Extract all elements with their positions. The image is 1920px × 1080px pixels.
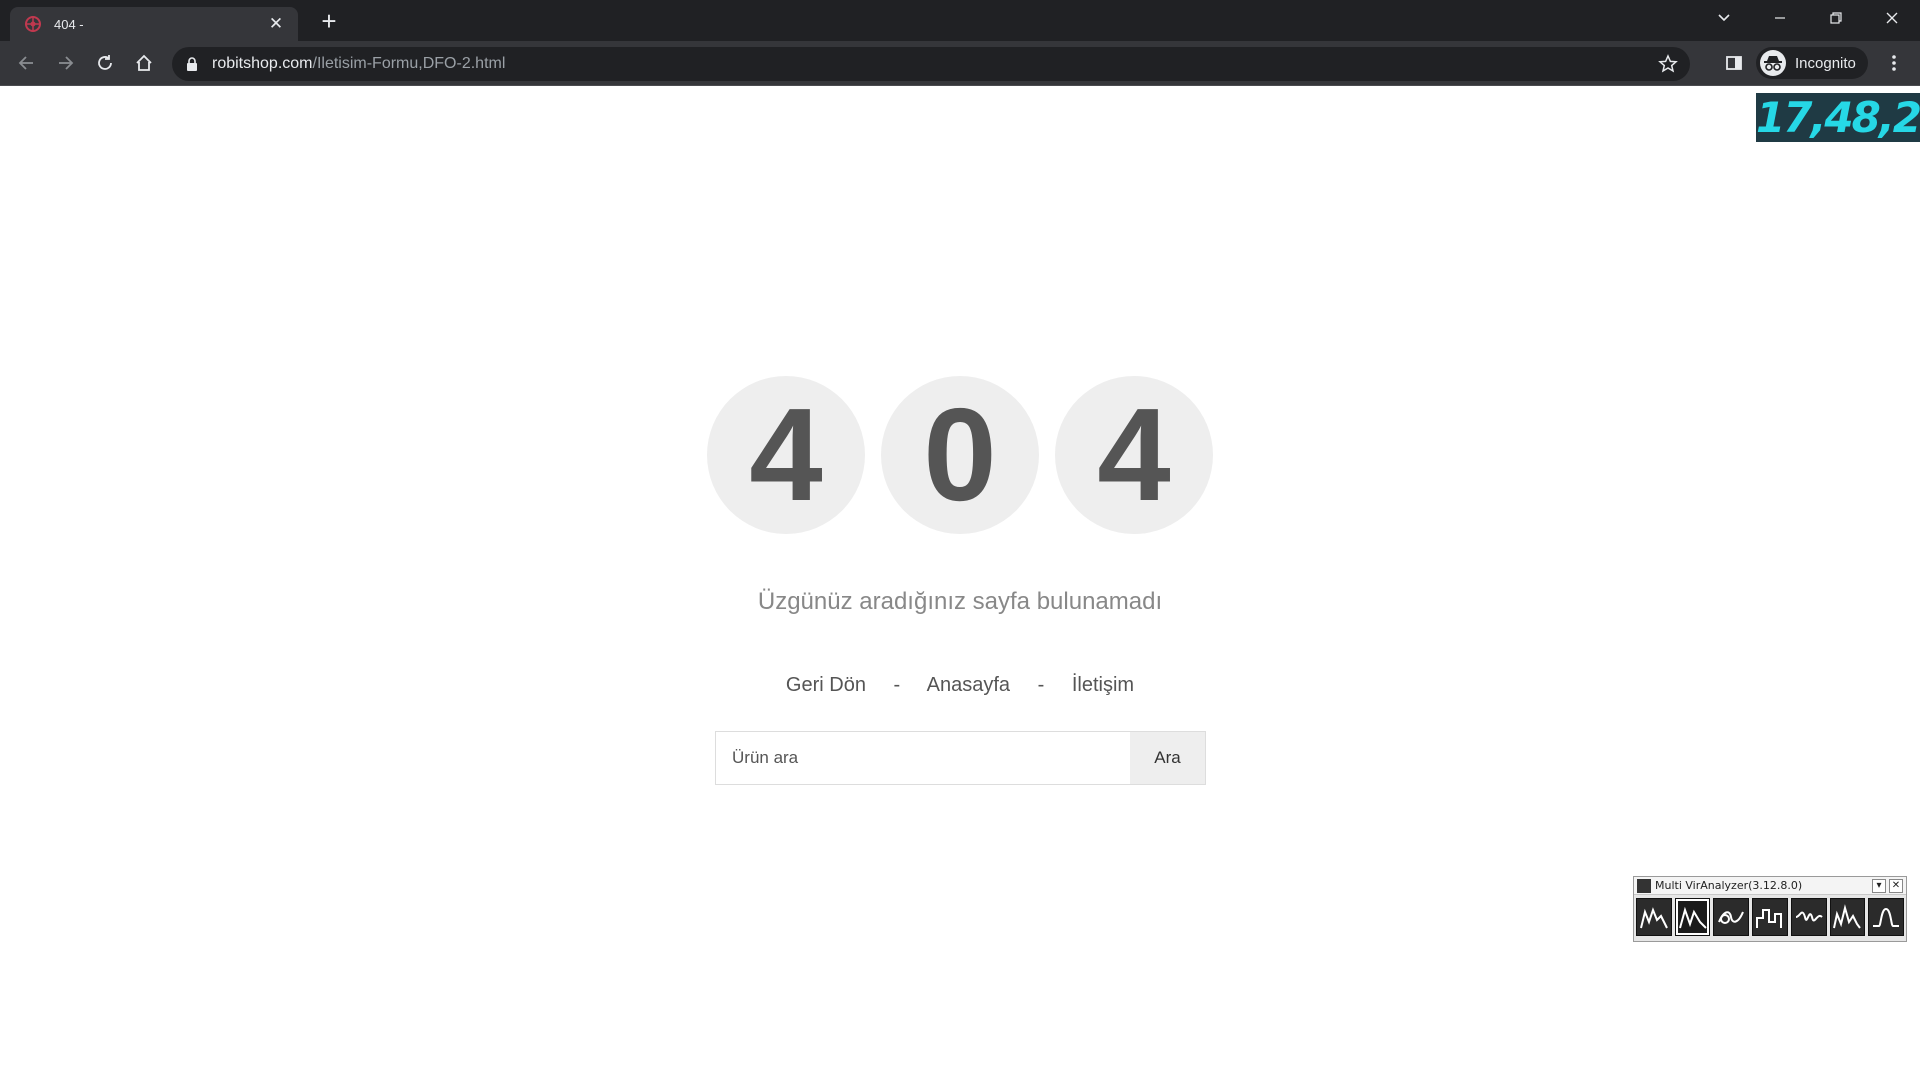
bookmark-star-icon[interactable] bbox=[1658, 54, 1678, 74]
restore-button[interactable] bbox=[1808, 0, 1864, 36]
search-button[interactable]: Ara bbox=[1130, 732, 1205, 784]
home-button[interactable] bbox=[130, 49, 158, 77]
lock-icon[interactable] bbox=[186, 56, 200, 72]
side-panel-icon bbox=[1726, 56, 1742, 70]
side-panel-button[interactable] bbox=[1720, 49, 1748, 77]
lissajous-icon[interactable] bbox=[1713, 898, 1750, 936]
browser-tab[interactable]: 404 - ✕ bbox=[10, 7, 298, 41]
analyzer-widget: Multi VirAnalyzer(3.12.8.0) ▾ ✕ bbox=[1633, 876, 1907, 942]
tab-title: 404 - bbox=[54, 16, 84, 32]
spectrum-s-icon[interactable] bbox=[1636, 898, 1672, 936]
browser-tab-bar: 404 - ✕ + bbox=[0, 0, 1920, 41]
spectrum-2-icon[interactable] bbox=[1674, 898, 1711, 936]
minimize-icon bbox=[1775, 17, 1785, 19]
incognito-profile-button[interactable]: Incognito bbox=[1756, 47, 1868, 79]
not-found-message: Üzgünüz aradığınız sayfa bulunamadı bbox=[757, 588, 1163, 615]
close-window-button[interactable] bbox=[1864, 0, 1920, 36]
home-icon bbox=[136, 54, 152, 71]
product-search-form: Ara bbox=[715, 731, 1206, 785]
site-favicon-icon bbox=[25, 16, 41, 32]
back-button[interactable] bbox=[12, 49, 40, 77]
browser-toolbar: robitshop.com/Iletisim-Formu,DFO-2.html … bbox=[0, 41, 1920, 86]
restore-icon bbox=[1830, 12, 1842, 24]
spectrum-icon[interactable] bbox=[1829, 898, 1866, 936]
reload-icon bbox=[98, 55, 112, 70]
home-link[interactable]: Anasayfa bbox=[927, 674, 1010, 696]
waveform-icon[interactable] bbox=[1790, 898, 1827, 936]
browser-menu-button[interactable] bbox=[1880, 49, 1908, 77]
more-vertical-icon bbox=[1892, 55, 1896, 71]
error-digit: 4 bbox=[707, 376, 865, 534]
error-digit: 0 bbox=[881, 376, 1039, 534]
analyzer-title: Multi VirAnalyzer(3.12.8.0) bbox=[1655, 879, 1803, 892]
tab-close-icon[interactable]: ✕ bbox=[266, 14, 286, 34]
analyzer-close-icon[interactable]: ✕ bbox=[1889, 878, 1903, 893]
url-text: robitshop.com/Iletisim-Formu,DFO-2.html bbox=[212, 55, 505, 73]
analyzer-logo-icon bbox=[1637, 878, 1651, 893]
bargraph-icon[interactable] bbox=[1752, 898, 1788, 936]
url-host: robitshop.com bbox=[212, 55, 313, 72]
error-code: 4 0 4 bbox=[707, 376, 1215, 534]
new-tab-button[interactable]: + bbox=[315, 8, 343, 36]
chevron-down-icon bbox=[1718, 14, 1730, 22]
link-separator: - bbox=[893, 674, 901, 696]
analyzer-titlebar[interactable]: Multi VirAnalyzer(3.12.8.0) ▾ ✕ bbox=[1634, 877, 1906, 895]
navigation-links: Geri Dön - Anasayfa - İletişim bbox=[0, 674, 1920, 697]
url-path: /Iletisim-Formu,DFO-2.html bbox=[312, 55, 506, 72]
contact-link[interactable]: İletişim bbox=[1072, 674, 1134, 696]
arrow-right-icon bbox=[59, 56, 74, 70]
incognito-icon bbox=[1760, 50, 1786, 76]
arrow-left-icon bbox=[18, 56, 33, 70]
analyzer-dropdown-icon[interactable]: ▾ bbox=[1872, 878, 1886, 893]
product-search-input[interactable] bbox=[716, 732, 1130, 784]
tab-search-button[interactable] bbox=[1696, 0, 1752, 36]
overlay-clock: 17,48,28 bbox=[1756, 93, 1920, 142]
close-icon bbox=[1886, 12, 1898, 24]
minimize-button[interactable] bbox=[1752, 0, 1808, 36]
error-digit: 4 bbox=[1055, 376, 1213, 534]
pulse-icon[interactable] bbox=[1868, 898, 1905, 936]
back-link[interactable]: Geri Dön bbox=[786, 674, 866, 696]
incognito-label: Incognito bbox=[1795, 54, 1856, 72]
link-separator: - bbox=[1037, 674, 1045, 696]
reload-button[interactable] bbox=[91, 49, 119, 77]
analyzer-toolbar bbox=[1634, 895, 1906, 939]
forward-button[interactable] bbox=[52, 49, 80, 77]
address-bar[interactable]: robitshop.com/Iletisim-Formu,DFO-2.html bbox=[172, 47, 1690, 81]
